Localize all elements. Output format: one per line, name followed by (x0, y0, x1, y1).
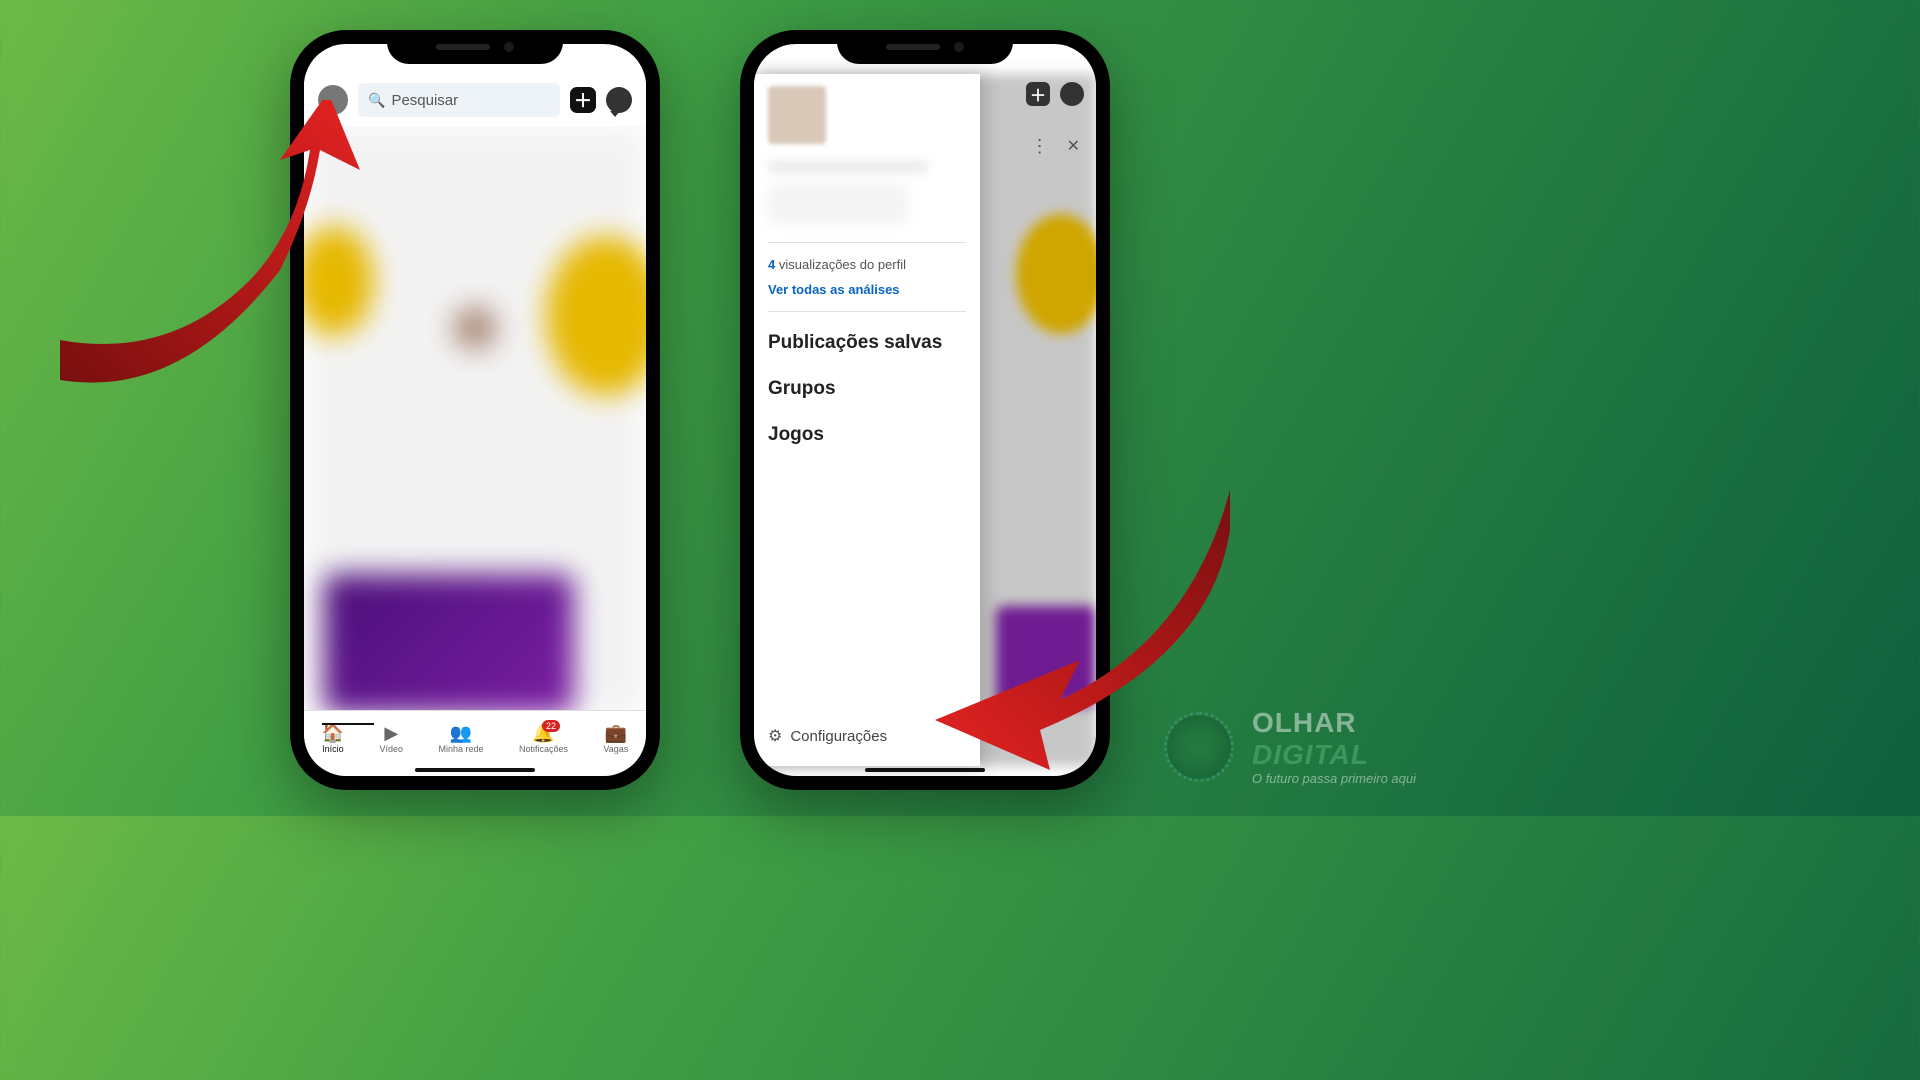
nav-rede[interactable]: 👥 Minha rede (439, 724, 484, 754)
nav-notif[interactable]: 🔔 22 Notificações (519, 724, 568, 754)
callout-arrow-avatar (60, 100, 380, 420)
menu-groups[interactable]: Grupos (768, 366, 966, 412)
link-text: Ver todas as análises (768, 282, 900, 297)
nav-inicio[interactable]: 🏠 Início (322, 724, 344, 754)
home-icon: 🏠 (322, 724, 344, 742)
menu-saved-posts[interactable]: Publicações salvas (768, 320, 966, 366)
network-icon: 👥 (450, 724, 472, 742)
gear-icon: ⚙ (768, 726, 782, 746)
top-right-actions: ＋ (1026, 82, 1084, 106)
nav-label: Minha rede (439, 744, 484, 754)
messages-icon[interactable] (606, 87, 632, 113)
brand-part1: OLHAR (1252, 707, 1357, 738)
drawer-menu: Publicações salvas Grupos Jogos (754, 312, 980, 466)
close-icon[interactable]: ✕ (1067, 136, 1080, 157)
nav-label: Vídeo (380, 744, 404, 754)
briefcase-icon: 💼 (605, 724, 627, 742)
nav-vagas[interactable]: 💼 Vagas (603, 724, 628, 754)
watermark-brand: OLHAR DIGITAL (1252, 707, 1416, 771)
add-button[interactable]: ＋ (570, 87, 596, 113)
notch (387, 30, 563, 64)
profile-name-blurred (768, 160, 928, 174)
nav-label: Início (322, 744, 344, 754)
callout-arrow-settings (930, 470, 1250, 790)
profile-subtitle-blurred (768, 184, 908, 224)
menu-games[interactable]: Jogos (768, 412, 966, 458)
search-placeholder: Pesquisar (391, 92, 458, 109)
brand-part2: DIGITAL (1252, 739, 1369, 770)
post-header-actions: ⋮ ✕ (1031, 136, 1080, 157)
all-analytics-link[interactable]: Ver todas as análises (754, 282, 980, 311)
drawer-profile-section[interactable] (754, 74, 980, 242)
watermark-tagline: O futuro passa primeiro aqui (1252, 771, 1416, 786)
nav-video[interactable]: ▶ Vídeo (380, 724, 404, 754)
home-indicator (415, 768, 535, 772)
settings-label: Configurações (790, 728, 887, 745)
avatar (768, 86, 826, 144)
search-input[interactable]: 🔍 Pesquisar (358, 83, 560, 117)
notif-badge: 22 (542, 720, 560, 732)
profile-views-stat[interactable]: 4 visualizações do perfil (754, 243, 980, 282)
messages-icon[interactable] (1060, 82, 1084, 106)
notch (837, 30, 1013, 64)
bottom-nav: 🏠 Início ▶ Vídeo 👥 Minha rede 🔔 22 Notif… (304, 710, 646, 766)
nav-label: Notificações (519, 744, 568, 754)
add-button[interactable]: ＋ (1026, 82, 1050, 106)
views-label: visualizações do perfil (775, 257, 906, 272)
nav-label: Vagas (603, 744, 628, 754)
video-icon: ▶ (384, 724, 398, 742)
more-icon[interactable]: ⋮ (1031, 136, 1047, 157)
